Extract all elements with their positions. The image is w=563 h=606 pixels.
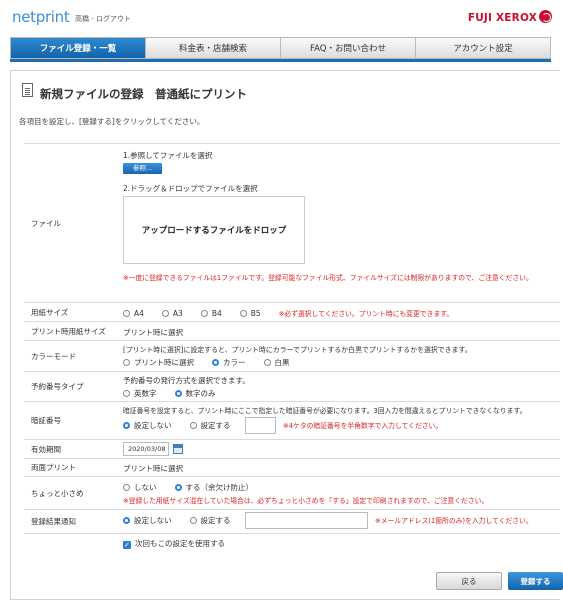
nav-underline xyxy=(10,59,551,62)
radio-selected-icon xyxy=(123,422,130,429)
radio-icon xyxy=(123,484,130,491)
registration-form: ファイル 1.参照してファイルを選択 参照... 2.ドラッグ＆ドロップでファイ… xyxy=(24,143,560,552)
tab-file-registration[interactable]: ファイル登録・一覧 xyxy=(11,38,146,58)
color-mode-description: [プリント時に選択]に設定すると、プリント時にカラーでプリントするか白黒でプリン… xyxy=(123,346,472,354)
calendar-icon[interactable] xyxy=(173,444,183,454)
pin-label: 暗証番号 xyxy=(31,416,61,425)
netprint-logo[interactable]: netprint xyxy=(12,8,70,26)
radio-selected-icon xyxy=(174,390,182,397)
radio-icon xyxy=(189,517,197,524)
expiry-date-input[interactable]: 2020/03/08 xyxy=(123,442,169,456)
notify-email-input[interactable] xyxy=(245,512,368,529)
shrink-on[interactable]: する（余欠け防止） xyxy=(174,482,253,493)
expiry-label: 有効期間 xyxy=(31,444,61,454)
row-color-mode: カラーモード [プリント時に選択]に設定すると、プリント時にカラーでプリントする… xyxy=(24,340,560,371)
reservation-type-description: 予約番号の発行方式を選択できます。 xyxy=(123,376,250,385)
file-step1: 1.参照してファイルを選択 xyxy=(123,151,213,160)
row-shrink: ちょっと小さめ しない する（余欠け防止） ※登録した用紙サイズ混在していた場合は… xyxy=(24,476,560,509)
radio-selected-icon xyxy=(123,517,130,524)
pin-note: ※4ケタの暗証番号を半角数字で入力してください。 xyxy=(283,422,443,430)
row-expiry: 有効期間 2020/03/08 xyxy=(24,439,560,458)
radio-selected-icon xyxy=(174,484,182,491)
radio-icon xyxy=(123,390,130,397)
file-note: ※一度に登録できるファイルは1ファイルです。登録可能なファイル形式、ファイルサイ… xyxy=(123,274,533,282)
notify-on[interactable]: 設定する xyxy=(189,515,231,526)
pin-input[interactable] xyxy=(245,417,276,434)
print-paper-size-label: プリント時用紙サイズ xyxy=(31,326,106,336)
user-name: 高橋 xyxy=(75,15,89,23)
row-notify: 登録結果通知 設定しない 設定する ※メールアドレス(1箇所のみ)を入力してくださ… xyxy=(24,509,560,533)
link-separator: - xyxy=(89,15,96,23)
paper-size-a3[interactable]: A3 xyxy=(161,309,183,318)
main-nav: ファイル登録・一覧 料金表・店舗検索 FAQ・お問い合わせ アカウント設定 xyxy=(10,37,551,59)
file-step2: 2.ドラッグ＆ドロップでファイルを選択 xyxy=(123,184,258,193)
print-paper-size-value: プリント時に選択 xyxy=(123,328,183,337)
notify-note: ※メールアドレス(1箇所のみ)を入力してください。 xyxy=(375,517,533,525)
user-links: 高橋 - ログアウト xyxy=(75,14,131,24)
header: netprint 高橋 - ログアウト FUJI XEROX xyxy=(0,0,563,36)
reservation-type-alnum[interactable]: 英数字 xyxy=(123,388,157,399)
paper-size-note: ※必ず選択してください。プリント時にも変更できます。 xyxy=(278,310,454,318)
fujixerox-mark-icon xyxy=(539,10,552,23)
duplex-label: 両面プリント xyxy=(31,463,76,472)
row-print-paper-size: プリント時用紙サイズ プリント時に選択 xyxy=(24,321,560,340)
page-title: 新規ファイルの登録 普通紙にプリント xyxy=(40,87,247,101)
reuse-settings-label: 次回もこの設定を使用する xyxy=(135,539,225,548)
notify-off[interactable]: 設定しない xyxy=(123,515,172,526)
tab-price-store-search[interactable]: 料金表・店舗検索 xyxy=(146,38,281,58)
tab-faq-contact[interactable]: FAQ・お問い合わせ xyxy=(281,38,416,58)
row-paper-size: 用紙サイズ A4 A3 B4 B5 ※必ず選択してください。プリント時にも変更できます。 xyxy=(24,302,560,321)
radio-selected-icon xyxy=(212,359,219,366)
reservation-type-label: 予約番号タイプ xyxy=(31,382,84,391)
document-icon xyxy=(22,83,33,97)
radio-icon xyxy=(239,310,247,317)
row-pin: 暗証番号 暗証番号を設定すると、プリント時にここで指定した暗証番号が必要になりま… xyxy=(24,401,560,439)
logout-link[interactable]: ログアウト xyxy=(96,15,131,23)
reservation-type-numeric[interactable]: 数字のみ xyxy=(174,388,216,399)
paper-size-b5[interactable]: B5 xyxy=(239,309,261,318)
submit-button[interactable]: 登録する xyxy=(508,572,563,590)
back-button[interactable]: 戻る xyxy=(436,572,502,590)
radio-icon xyxy=(123,359,130,366)
color-mode-color[interactable]: カラー xyxy=(212,357,246,368)
pin-on[interactable]: 設定する xyxy=(189,420,231,431)
shrink-off[interactable]: しない xyxy=(123,482,157,493)
paper-size-a4[interactable]: A4 xyxy=(123,309,144,318)
row-reuse: ✓ 次回もこの設定を使用する xyxy=(24,533,560,552)
page-instruction: 各項目を設定し、[登録する]をクリックしてください。 xyxy=(19,117,205,126)
color-mode-mono[interactable]: 白黒 xyxy=(263,357,290,368)
browse-button[interactable]: 参照... xyxy=(123,163,163,174)
notify-label: 登録結果通知 xyxy=(31,517,76,526)
pin-off[interactable]: 設定しない xyxy=(123,420,172,431)
paper-size-b4[interactable]: B4 xyxy=(200,309,222,318)
row-duplex: 両面プリント プリント時に選択 xyxy=(24,458,560,476)
file-dropzone[interactable]: アップロードするファイルをドロップ xyxy=(123,196,305,264)
color-mode-select-at-print[interactable]: プリント時に選択 xyxy=(123,357,194,368)
file-label: ファイル xyxy=(31,218,61,228)
color-mode-label: カラーモード xyxy=(31,351,76,361)
shrink-note: ※登録した用紙サイズ混在していた場合は、必ずちょっと小さめを「する」設定で印刷さ… xyxy=(123,497,489,505)
duplex-value: プリント時に選択 xyxy=(123,464,183,473)
radio-icon xyxy=(200,310,208,317)
reuse-settings-checkbox[interactable]: ✓ 次回もこの設定を使用する xyxy=(123,538,225,549)
radio-icon xyxy=(123,310,130,317)
checkbox-checked-icon: ✓ xyxy=(123,541,131,549)
radio-icon xyxy=(161,310,169,317)
row-file: ファイル 1.参照してファイルを選択 参照... 2.ドラッグ＆ドロップでファイ… xyxy=(24,143,560,302)
tab-account-settings[interactable]: アカウント設定 xyxy=(416,38,550,58)
radio-icon xyxy=(189,422,197,429)
shrink-label: ちょっと小さめ xyxy=(31,488,84,498)
pin-description: 暗証番号を設定すると、プリント時にここで指定した暗証番号が必要になります。3回入… xyxy=(123,407,527,415)
radio-icon xyxy=(263,359,271,366)
fujixerox-logo: FUJI XEROX xyxy=(467,12,537,24)
paper-size-label: 用紙サイズ xyxy=(31,307,69,317)
row-reservation-type: 予約番号タイプ 予約番号の発行方式を選択できます。 英数字 数字のみ xyxy=(24,371,560,401)
